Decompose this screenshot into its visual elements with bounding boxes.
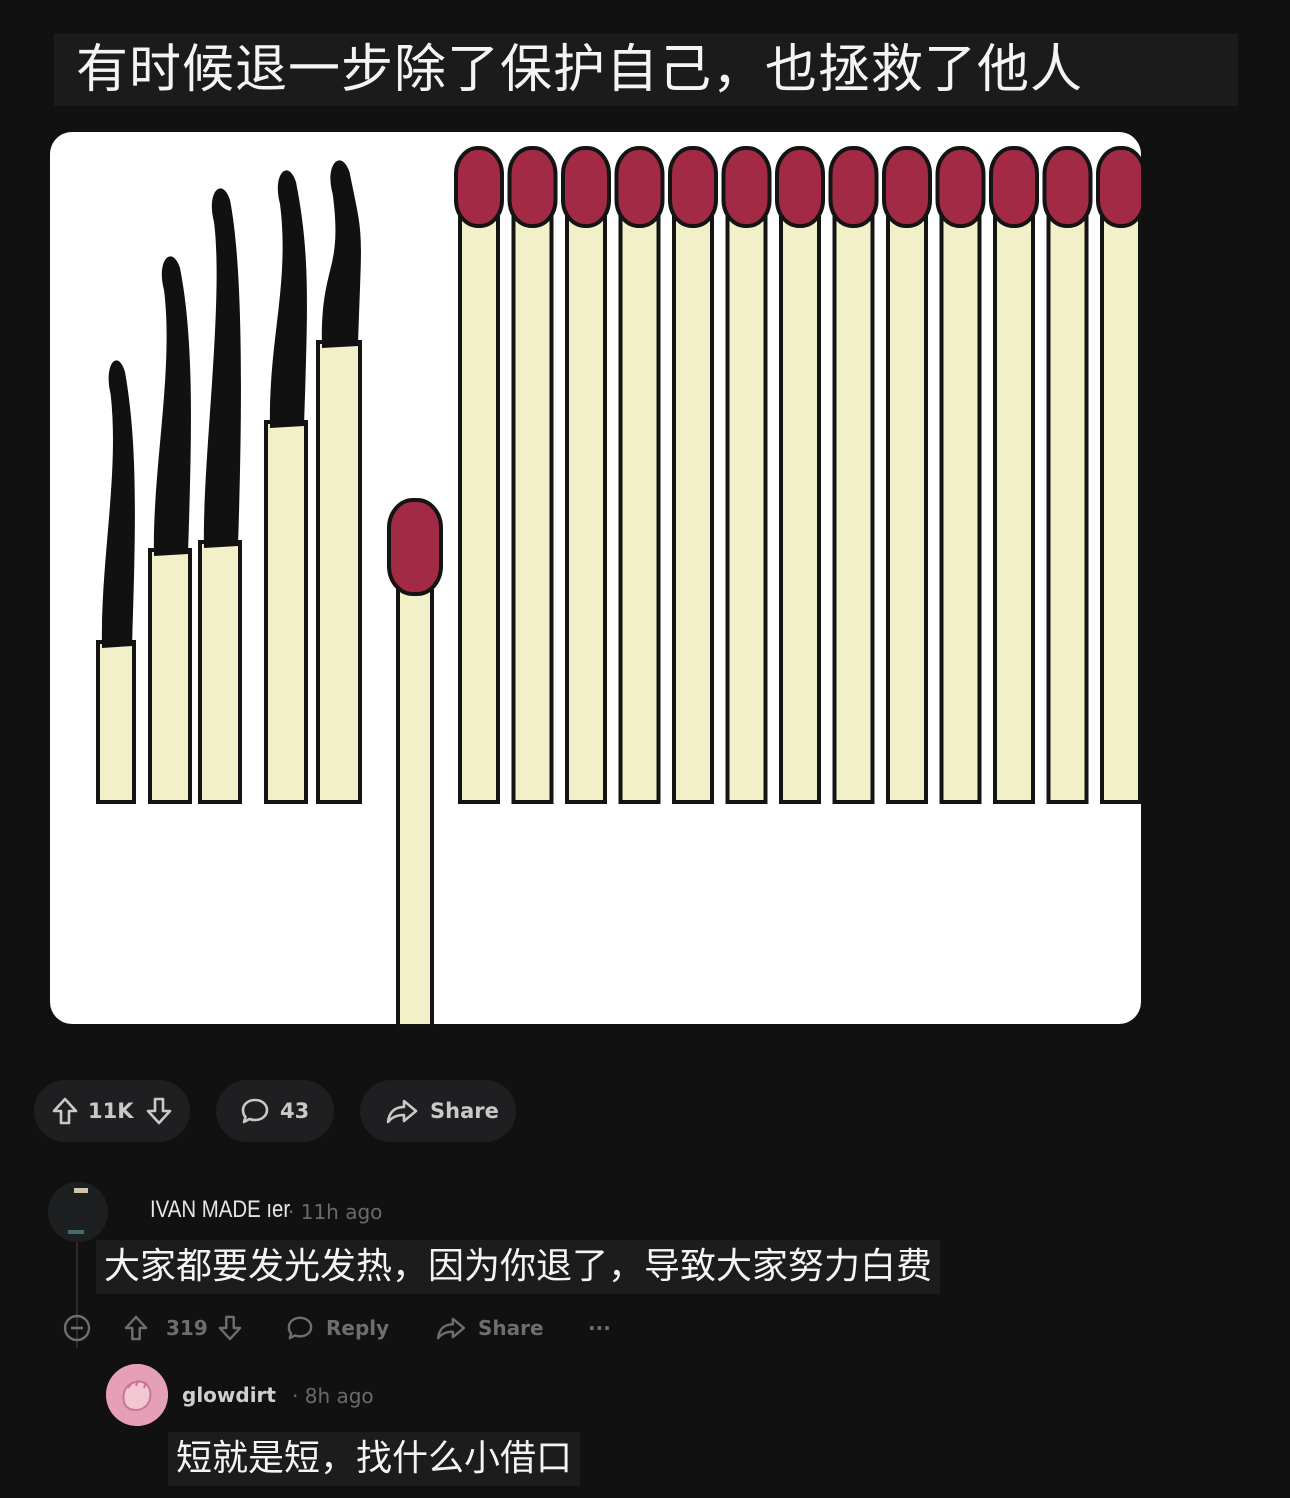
vote-count: 11K (88, 1099, 134, 1123)
burnt-match-stick (264, 420, 308, 804)
match-head (1042, 146, 1093, 228)
match-stick (1100, 216, 1141, 804)
comment-body: 大家都要发光发热，因为你退了，导致大家努力白费 (96, 1240, 941, 1294)
avatar[interactable] (106, 1364, 168, 1426)
match-head (989, 146, 1039, 228)
match-stick (511, 216, 554, 804)
burnt-match-head (203, 188, 241, 548)
burnt-match-head (269, 170, 307, 428)
match-stick (565, 216, 607, 804)
avatar[interactable] (48, 1182, 108, 1242)
comment-count: 43 (280, 1099, 310, 1123)
burnt-match-stick (96, 640, 136, 804)
reply-label: Reply (326, 1316, 390, 1340)
comment-share-label: Share (478, 1316, 544, 1340)
match-stick (939, 216, 982, 804)
match-head (828, 146, 879, 228)
burnt-match-head (321, 160, 361, 348)
match-head (882, 146, 932, 228)
vote-bar: 11K (34, 1080, 190, 1142)
arrow-down-icon[interactable] (218, 1308, 242, 1348)
match-stick (1046, 216, 1089, 804)
arrow-up-icon[interactable] (124, 1308, 148, 1348)
match-head (561, 146, 611, 228)
match-head (935, 146, 986, 228)
match-stick (886, 216, 928, 804)
comment-timestamp: · 11h ago (288, 1200, 383, 1224)
burnt-match-head (153, 256, 191, 556)
comment-body: 短就是短，找什么小借口 (168, 1432, 581, 1486)
comment-author[interactable]: glowdirt (182, 1383, 276, 1407)
match-stick (993, 216, 1035, 804)
comment-time: 11h ago (300, 1200, 383, 1224)
share-label: Share (430, 1099, 499, 1123)
match-head (668, 146, 718, 228)
match-stick (672, 216, 714, 804)
speech-bubble-icon (240, 1097, 270, 1125)
comment-timestamp: · 8h ago (292, 1384, 374, 1408)
more-options-button[interactable]: ··· (588, 1308, 611, 1348)
arrow-up-icon[interactable] (52, 1097, 78, 1125)
minus-circle-icon[interactable] (62, 1308, 92, 1348)
share-arrow-icon (386, 1098, 418, 1124)
match-stick (458, 216, 500, 804)
match-stick (779, 216, 821, 804)
comment-author[interactable]: IVAN MADE ıer (150, 1196, 290, 1224)
match-head (507, 146, 558, 228)
burnt-match-stick (198, 540, 242, 804)
match-head (1096, 146, 1141, 228)
burnt-match-head (101, 360, 135, 648)
match-stick (618, 216, 661, 804)
burnt-match-stick (316, 340, 362, 804)
comment-author-name: IVAN MADE (150, 1196, 267, 1223)
burnt-match-stick (148, 548, 192, 804)
post-image[interactable] (50, 132, 1141, 1024)
post-caption: 有时候退一步除了保护自己，也拯救了他人 (54, 34, 1238, 106)
arrow-down-icon[interactable] (146, 1097, 172, 1125)
comment-share-button[interactable]: Share (436, 1308, 544, 1348)
match-head (454, 146, 504, 228)
comment-author-suffix: ıer (266, 1196, 291, 1223)
share-button[interactable]: Share (360, 1080, 516, 1142)
match-head (614, 146, 665, 228)
reply-button[interactable]: Reply (286, 1308, 389, 1348)
comment-time: 8h ago (304, 1384, 374, 1408)
match-head (721, 146, 772, 228)
match-stick (832, 216, 875, 804)
comments-button[interactable]: 43 (216, 1080, 334, 1142)
speech-bubble-icon (286, 1315, 314, 1341)
match-stick (725, 216, 768, 804)
match-head (775, 146, 825, 228)
share-arrow-icon (436, 1316, 466, 1340)
matches-illustration (96, 146, 1141, 804)
comment-vote-count: 319 (166, 1316, 208, 1340)
